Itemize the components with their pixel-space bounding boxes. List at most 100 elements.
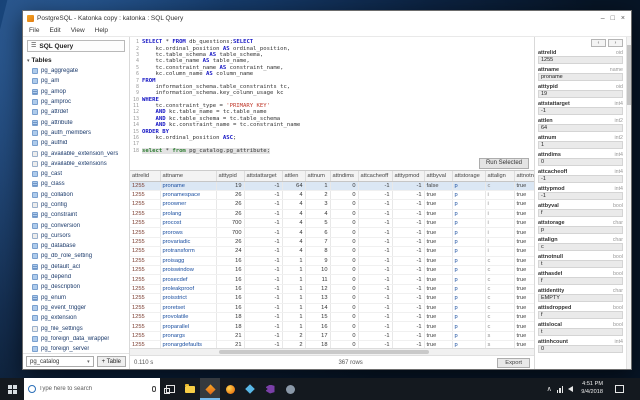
sidebar-item-pg_authid[interactable]: pg_authid xyxy=(32,138,129,148)
cell-attalign[interactable]: i xyxy=(485,209,515,220)
cell-attbyval[interactable]: true xyxy=(424,209,453,220)
cell-attalign[interactable]: c xyxy=(485,312,515,323)
cell-atttypmod[interactable]: -1 xyxy=(392,303,425,313)
cell-attndims[interactable]: 0 xyxy=(330,331,359,342)
cell-attbyval[interactable]: true xyxy=(424,274,453,285)
table-row[interactable]: 1255 proisagg 16 -1 1 9 0 -1 -1 true p c true xyxy=(130,256,534,267)
cell-attalign[interactable]: c xyxy=(485,293,515,304)
table-row[interactable]: 1255 procost 700 -1 4 5 0 -1 -1 true p i true xyxy=(130,218,534,229)
close-button[interactable]: × xyxy=(621,15,625,22)
cell-attname[interactable]: prolang xyxy=(160,209,217,220)
cell-attnum[interactable]: 1 xyxy=(305,181,331,191)
table-row[interactable]: 1255 proretset 16 -1 1 14 0 -1 -1 true p c true xyxy=(130,303,534,313)
cell-attnotnull[interactable]: true xyxy=(514,321,534,332)
cell-attndims[interactable]: 0 xyxy=(330,190,359,201)
cell-attnum[interactable]: 11 xyxy=(305,274,331,285)
add-table-button[interactable]: + Table xyxy=(96,356,126,367)
column-header-attnotnull[interactable]: attnotnull xyxy=(514,171,534,182)
cell-attlen[interactable]: 4 xyxy=(282,237,306,248)
field-value[interactable]: f xyxy=(538,277,623,285)
cell-attnotnull[interactable]: true xyxy=(514,256,534,267)
cell-attnum[interactable]: 17 xyxy=(305,331,331,342)
sidebar-item-pg_foreign_server[interactable]: pg_foreign_server xyxy=(32,344,129,353)
cell-attalign[interactable]: i xyxy=(485,199,515,210)
network-icon[interactable] xyxy=(556,385,564,393)
column-header-attcacheoff[interactable]: attcacheoff xyxy=(358,171,393,182)
cell-atttypmod[interactable]: -1 xyxy=(392,293,425,304)
field-value[interactable]: t xyxy=(538,328,623,336)
cell-attndims[interactable]: 0 xyxy=(330,218,359,229)
cell-attalign[interactable]: s xyxy=(485,331,515,342)
cell-attstorage[interactable]: p xyxy=(452,190,486,201)
cell-attalign[interactable]: c xyxy=(485,274,515,285)
cell-attnotnull[interactable]: true xyxy=(514,331,534,342)
table-row[interactable]: 1255 protransform 24 -1 4 8 0 -1 -1 true p i true xyxy=(130,246,534,257)
sidebar-item-pg_db_role_setting[interactable]: pg_db_role_setting xyxy=(32,251,129,261)
cell-attndims[interactable]: 0 xyxy=(330,321,359,332)
cell-attname[interactable]: protransform xyxy=(160,246,217,257)
field-value[interactable]: -1 xyxy=(538,175,623,183)
table-row[interactable]: 1255 proiswindow 16 -1 1 10 0 -1 -1 true p c true xyxy=(130,265,534,276)
microphone-icon[interactable] xyxy=(152,386,156,392)
cell-attstorage[interactable]: p xyxy=(452,246,486,257)
cell-attlen[interactable]: 2 xyxy=(282,331,306,342)
cell-attstorage[interactable]: p xyxy=(452,181,486,191)
cell-atttypid[interactable]: 19 xyxy=(216,181,245,191)
cell-attstattarget[interactable]: -1 xyxy=(244,227,283,238)
cell-attrelid[interactable]: 1255 xyxy=(130,218,161,229)
cell-attnum[interactable]: 3 xyxy=(305,199,331,210)
cell-attcacheoff[interactable]: -1 xyxy=(358,199,393,210)
cell-attbyval[interactable]: true xyxy=(424,331,453,342)
cell-atttypid[interactable]: 26 xyxy=(216,237,245,248)
cell-attnotnull[interactable]: true xyxy=(514,293,534,304)
cell-atttypmod[interactable]: -1 xyxy=(392,256,425,267)
cell-attname[interactable]: proname xyxy=(160,181,217,191)
cell-atttypmod[interactable]: -1 xyxy=(392,209,425,220)
cell-attstorage[interactable]: p xyxy=(452,237,486,248)
tables-section-header[interactable]: ▾ Tables xyxy=(23,54,129,66)
volume-icon[interactable] xyxy=(568,386,574,392)
cell-attstorage[interactable]: p xyxy=(452,293,486,304)
cell-atttypmod[interactable]: -1 xyxy=(392,218,425,229)
cell-atttypmod[interactable]: -1 xyxy=(392,274,425,285)
cell-attstattarget[interactable]: -1 xyxy=(244,303,283,313)
table-row[interactable]: 1255 prorows 700 -1 4 6 0 -1 -1 true p i true xyxy=(130,227,534,238)
cell-attstattarget[interactable]: -1 xyxy=(244,274,283,285)
field-value[interactable]: 1255 xyxy=(538,56,623,64)
sidebar-item-pg_amproc[interactable]: pg_amproc xyxy=(32,97,129,107)
cell-attbyval[interactable]: true xyxy=(424,321,453,332)
cell-attstorage[interactable]: p xyxy=(452,199,486,210)
minimize-button[interactable]: – xyxy=(601,15,605,22)
menu-help[interactable]: Help xyxy=(95,27,108,34)
cell-attcacheoff[interactable]: -1 xyxy=(358,274,393,285)
cell-attcacheoff[interactable]: -1 xyxy=(358,209,393,220)
cell-attalign[interactable]: s xyxy=(485,340,515,348)
field-value[interactable]: -1 xyxy=(538,192,623,200)
cell-attndims[interactable]: 0 xyxy=(330,312,359,323)
sidebar-item-pg_am[interactable]: pg_am xyxy=(32,76,129,86)
field-value[interactable]: t xyxy=(538,260,623,268)
cell-attcacheoff[interactable]: -1 xyxy=(358,321,393,332)
cell-attndims[interactable]: 0 xyxy=(330,246,359,257)
cell-attndims[interactable]: 0 xyxy=(330,256,359,267)
sidebar-item-pg_event_trigger[interactable]: pg_event_trigger xyxy=(32,303,129,313)
table-row[interactable]: 1255 proparallel 18 -1 1 16 0 -1 -1 true p c true xyxy=(130,321,534,332)
cell-attnum[interactable]: 5 xyxy=(305,218,331,229)
cell-atttypmod[interactable]: -1 xyxy=(392,340,425,348)
cell-atttypmod[interactable]: -1 xyxy=(392,190,425,201)
cell-attstorage[interactable]: p xyxy=(452,331,486,342)
cell-attnotnull[interactable]: true xyxy=(514,274,534,285)
cell-atttypmod[interactable]: -1 xyxy=(392,237,425,248)
cell-atttypmod[interactable]: -1 xyxy=(392,246,425,257)
cell-attcacheoff[interactable]: -1 xyxy=(358,331,393,342)
cell-attcacheoff[interactable]: -1 xyxy=(358,256,393,267)
cell-attname[interactable]: proiswindow xyxy=(160,265,217,276)
cell-attalign[interactable]: i xyxy=(485,246,515,257)
table-row[interactable]: 1255 prosecdef 16 -1 1 11 0 -1 -1 true p c true xyxy=(130,274,534,285)
table-row[interactable]: 1255 proleakproof 16 -1 1 12 0 -1 -1 true p c true xyxy=(130,284,534,295)
chevron-up-icon[interactable]: ∧ xyxy=(547,386,552,393)
cell-atttypmod[interactable]: -1 xyxy=(392,321,425,332)
cell-attcacheoff[interactable]: -1 xyxy=(358,181,393,191)
cell-attnotnull[interactable]: true xyxy=(514,190,534,201)
cell-attalign[interactable]: c xyxy=(485,284,515,295)
